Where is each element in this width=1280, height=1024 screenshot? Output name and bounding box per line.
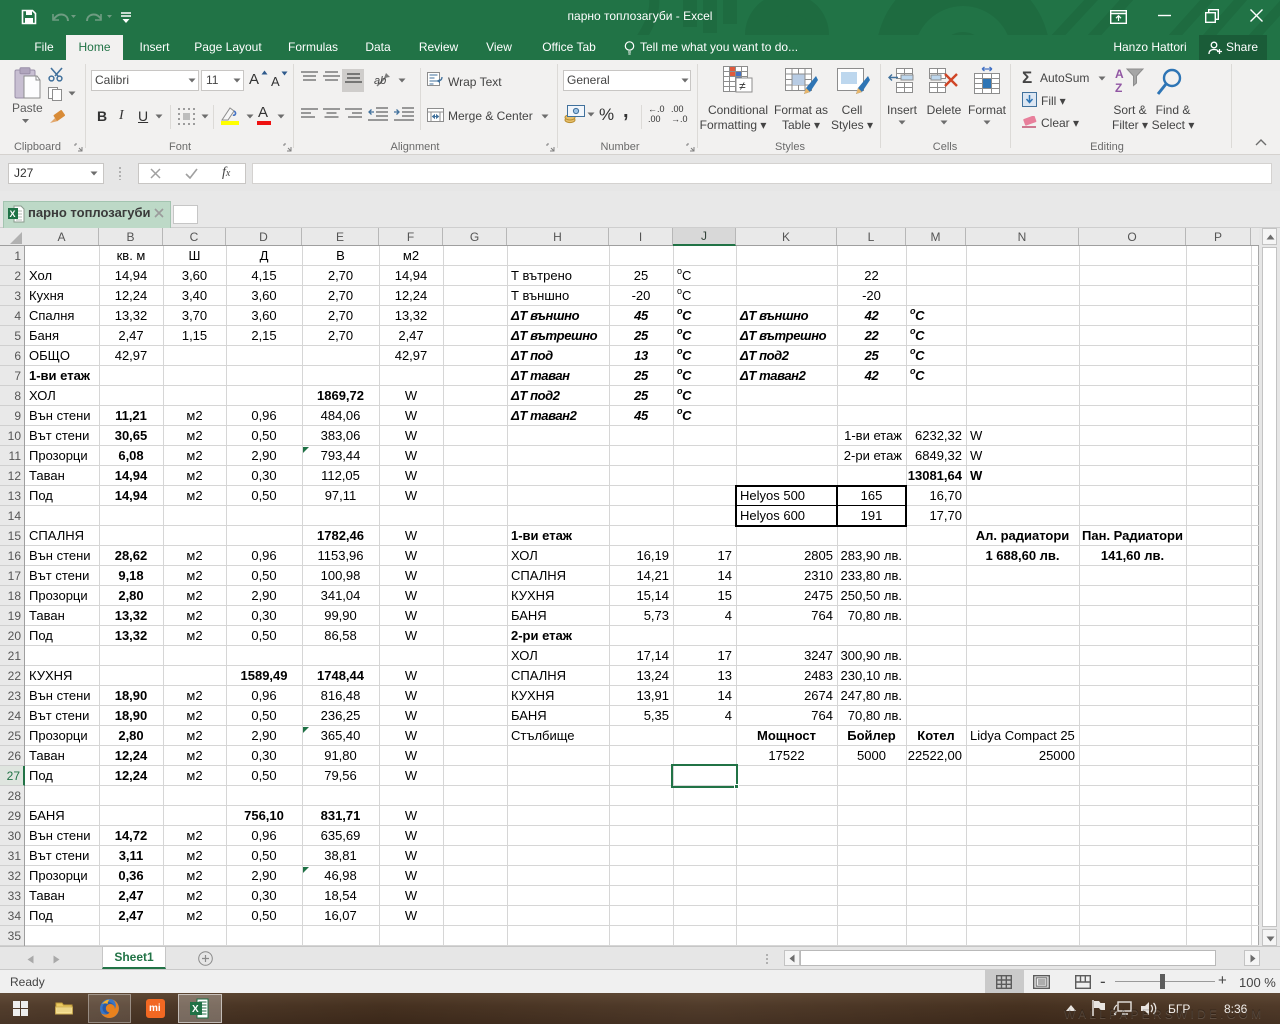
svg-text:A: A [1115,67,1124,81]
svg-text:≠: ≠ [739,79,746,93]
svg-text:Z: Z [1115,81,1122,95]
svg-text:ab: ab [374,75,386,87]
svg-text:X: X [192,1004,199,1015]
svg-text:X: X [10,209,16,219]
